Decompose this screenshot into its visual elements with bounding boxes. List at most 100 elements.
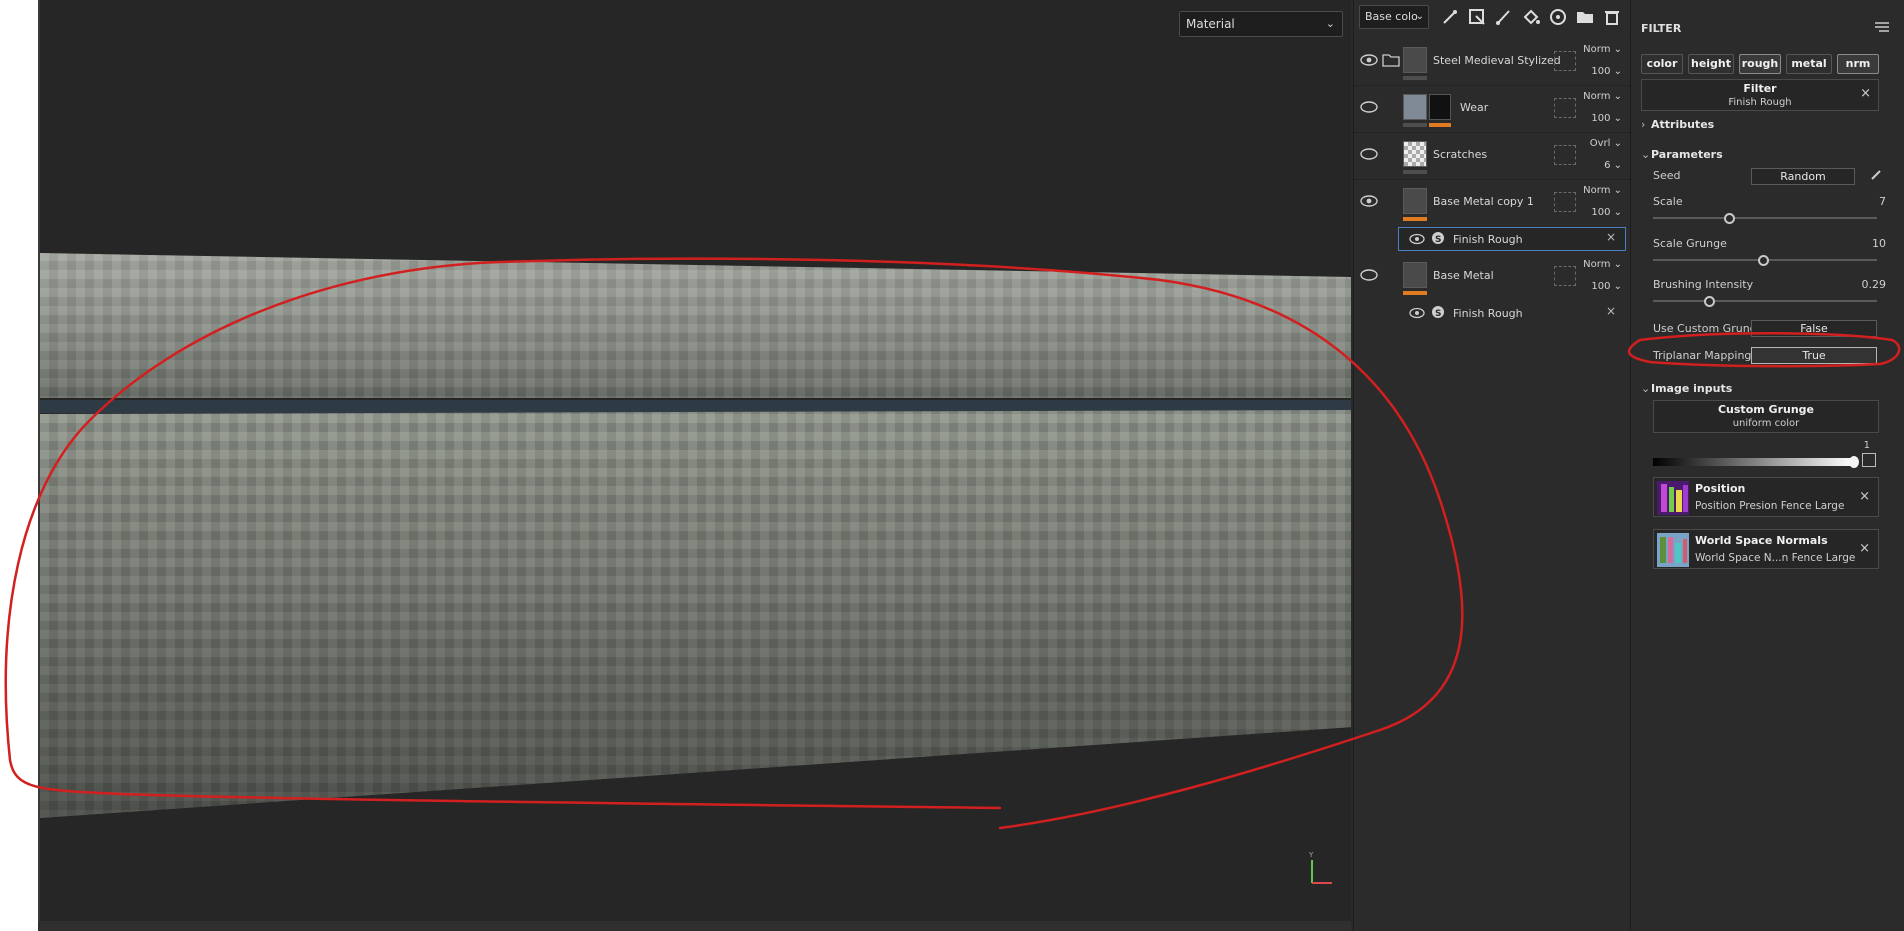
eye-icon[interactable] bbox=[1409, 233, 1425, 245]
chevron-down-icon: ⌄ bbox=[1325, 17, 1335, 30]
layer-thumbnail-bar bbox=[1403, 76, 1427, 80]
folder-icon bbox=[1382, 54, 1400, 67]
section-parameters[interactable]: ⌄Parameters bbox=[1641, 148, 1723, 161]
custom-grunge-value: uniform color bbox=[1732, 418, 1800, 429]
mask-slot[interactable] bbox=[1554, 51, 1576, 71]
blend-mode-select[interactable]: Norm ⌄ bbox=[1583, 259, 1622, 270]
viewport-footer bbox=[38, 921, 1351, 931]
mask-slot[interactable] bbox=[1554, 266, 1576, 286]
close-icon[interactable]: × bbox=[1606, 304, 1616, 318]
channel-tab-rough[interactable]: rough bbox=[1739, 54, 1781, 74]
seed-random-button[interactable]: Random bbox=[1751, 168, 1855, 185]
effect-finish-rough[interactable]: S Finish Rough × bbox=[1354, 225, 1630, 253]
smart-material-icon[interactable] bbox=[1547, 6, 1569, 28]
layer-wear[interactable]: Wear Norm ⌄ 100 ⌄ bbox=[1354, 86, 1630, 133]
mask-slot[interactable] bbox=[1554, 192, 1576, 212]
blend-mode-select[interactable]: Norm ⌄ bbox=[1583, 44, 1622, 55]
app-window: Material ⌄ Y Base colo ⌄ Steel Medieval … bbox=[38, 0, 1904, 931]
normals-map-thumbnail bbox=[1657, 533, 1689, 567]
opacity-select[interactable]: 6 ⌄ bbox=[1604, 160, 1622, 171]
slider-handle[interactable] bbox=[1849, 456, 1859, 468]
layer-thumbnail-bar bbox=[1403, 170, 1427, 174]
filter-icon: S bbox=[1432, 232, 1444, 245]
input-world-space-normals[interactable]: World Space Normals World Space N...n Fe… bbox=[1653, 529, 1879, 569]
layer-base-metal[interactable]: Base Metal Norm ⌄ 100 ⌄ bbox=[1354, 254, 1630, 301]
blend-mode-select[interactable]: Norm ⌄ bbox=[1583, 91, 1622, 102]
eye-icon[interactable] bbox=[1360, 194, 1378, 208]
folder-icon[interactable] bbox=[1574, 6, 1596, 28]
blend-mode-select[interactable]: Norm ⌄ bbox=[1583, 185, 1622, 196]
trash-icon[interactable] bbox=[1601, 6, 1623, 28]
section-attributes[interactable]: › Attributes bbox=[1641, 118, 1714, 131]
picker-icon[interactable] bbox=[1862, 453, 1876, 467]
brushing-intensity-slider[interactable] bbox=[1653, 296, 1877, 307]
scale-grunge-value: 10 bbox=[1872, 237, 1886, 250]
layer-steel-medieval-stylized[interactable]: Steel Medieval Stylized Norm ⌄ 100 ⌄ bbox=[1354, 39, 1630, 86]
effect-name: Finish Rough bbox=[1453, 307, 1523, 320]
custom-grunge-slot[interactable]: Custom Grunge uniform color bbox=[1653, 400, 1879, 433]
brushing-intensity-label: Brushing Intensity bbox=[1653, 278, 1754, 291]
filter-slot-title: Filter bbox=[1743, 82, 1777, 95]
eye-icon[interactable] bbox=[1409, 307, 1425, 319]
blend-mode-select[interactable]: Ovrl ⌄ bbox=[1590, 138, 1622, 149]
section-image-inputs[interactable]: ⌄Image inputs bbox=[1641, 382, 1732, 395]
use-custom-grunge-toggle[interactable]: False bbox=[1751, 320, 1877, 337]
close-icon[interactable]: × bbox=[1859, 489, 1870, 504]
slider-handle[interactable] bbox=[1704, 296, 1715, 307]
3d-viewport[interactable]: Material ⌄ Y bbox=[38, 0, 1351, 921]
layer-scratches[interactable]: Scratches Ovrl ⌄ 6 ⌄ bbox=[1354, 133, 1630, 180]
slider-handle[interactable] bbox=[1757, 255, 1769, 266]
opacity-select[interactable]: 100 ⌄ bbox=[1591, 113, 1622, 124]
effect-finish-rough[interactable]: S Finish Rough × bbox=[1354, 299, 1630, 327]
filter-resource-slot[interactable]: Filter Finish Rough × bbox=[1641, 79, 1879, 111]
panel-menu-icon[interactable] bbox=[1874, 20, 1890, 34]
scale-slider[interactable] bbox=[1653, 213, 1877, 224]
channel-tab-nrm[interactable]: nrm bbox=[1837, 54, 1879, 74]
close-icon[interactable]: × bbox=[1859, 541, 1870, 556]
grunge-level-value: 1 bbox=[1863, 440, 1870, 451]
slider-handle[interactable] bbox=[1724, 213, 1736, 224]
input-source: Position Presion Fence Large bbox=[1695, 500, 1845, 512]
layer-base-metal-copy-1[interactable]: Base Metal copy 1 Norm ⌄ 100 ⌄ bbox=[1354, 180, 1630, 227]
mask-slot[interactable] bbox=[1554, 145, 1576, 165]
grunge-level-gradient[interactable] bbox=[1653, 458, 1853, 466]
mask-thumbnail[interactable] bbox=[1429, 94, 1451, 120]
input-position[interactable]: Position Position Presion Fence Large × bbox=[1653, 477, 1879, 517]
brush-icon[interactable] bbox=[1493, 6, 1515, 28]
eye-icon[interactable] bbox=[1360, 147, 1378, 161]
add-mask-icon[interactable] bbox=[1466, 6, 1488, 28]
channel-tab-height[interactable]: height bbox=[1688, 54, 1734, 74]
fill-icon[interactable] bbox=[1520, 6, 1542, 28]
layer-thumbnail bbox=[1403, 141, 1427, 167]
input-source: World Space N...n Fence Large bbox=[1695, 552, 1856, 564]
opacity-select[interactable]: 100 ⌄ bbox=[1591, 207, 1622, 218]
chevron-down-icon: ⌄ bbox=[1641, 382, 1651, 395]
filter-slot-name: Finish Rough bbox=[1728, 97, 1792, 108]
eye-icon[interactable] bbox=[1360, 268, 1378, 282]
magic-wand-icon[interactable] bbox=[1439, 6, 1461, 28]
material-mode-select[interactable]: Material ⌄ bbox=[1179, 11, 1343, 37]
layer-thumbnail bbox=[1403, 188, 1427, 214]
layer-thumbnail bbox=[1403, 94, 1427, 120]
svg-text:Y: Y bbox=[1308, 851, 1314, 859]
close-icon[interactable]: × bbox=[1860, 86, 1871, 101]
chevron-right-icon: › bbox=[1641, 118, 1646, 131]
material-mode-value: Material bbox=[1186, 17, 1235, 31]
channel-tabs: color height rough metal nrm bbox=[1641, 54, 1881, 74]
opacity-select[interactable]: 100 ⌄ bbox=[1591, 281, 1622, 292]
channel-tab-metal[interactable]: metal bbox=[1786, 54, 1832, 74]
eye-icon[interactable] bbox=[1360, 100, 1378, 114]
close-icon[interactable]: × bbox=[1606, 230, 1616, 244]
eye-icon[interactable] bbox=[1360, 53, 1378, 67]
layer-name: Steel Medieval Stylized bbox=[1433, 54, 1561, 67]
filter-icon: S bbox=[1432, 306, 1444, 319]
scale-grunge-slider[interactable] bbox=[1653, 255, 1877, 266]
channel-tab-color[interactable]: color bbox=[1641, 54, 1683, 74]
layer-active-bar bbox=[1403, 291, 1427, 295]
mask-slot[interactable] bbox=[1554, 98, 1576, 118]
opacity-select[interactable]: 100 ⌄ bbox=[1591, 66, 1622, 77]
pencil-icon[interactable] bbox=[1870, 169, 1882, 181]
channel-select-value: Base colo bbox=[1365, 10, 1418, 23]
channel-select[interactable]: Base colo ⌄ bbox=[1359, 5, 1429, 29]
triplanar-mapping-toggle[interactable]: True bbox=[1751, 347, 1877, 364]
